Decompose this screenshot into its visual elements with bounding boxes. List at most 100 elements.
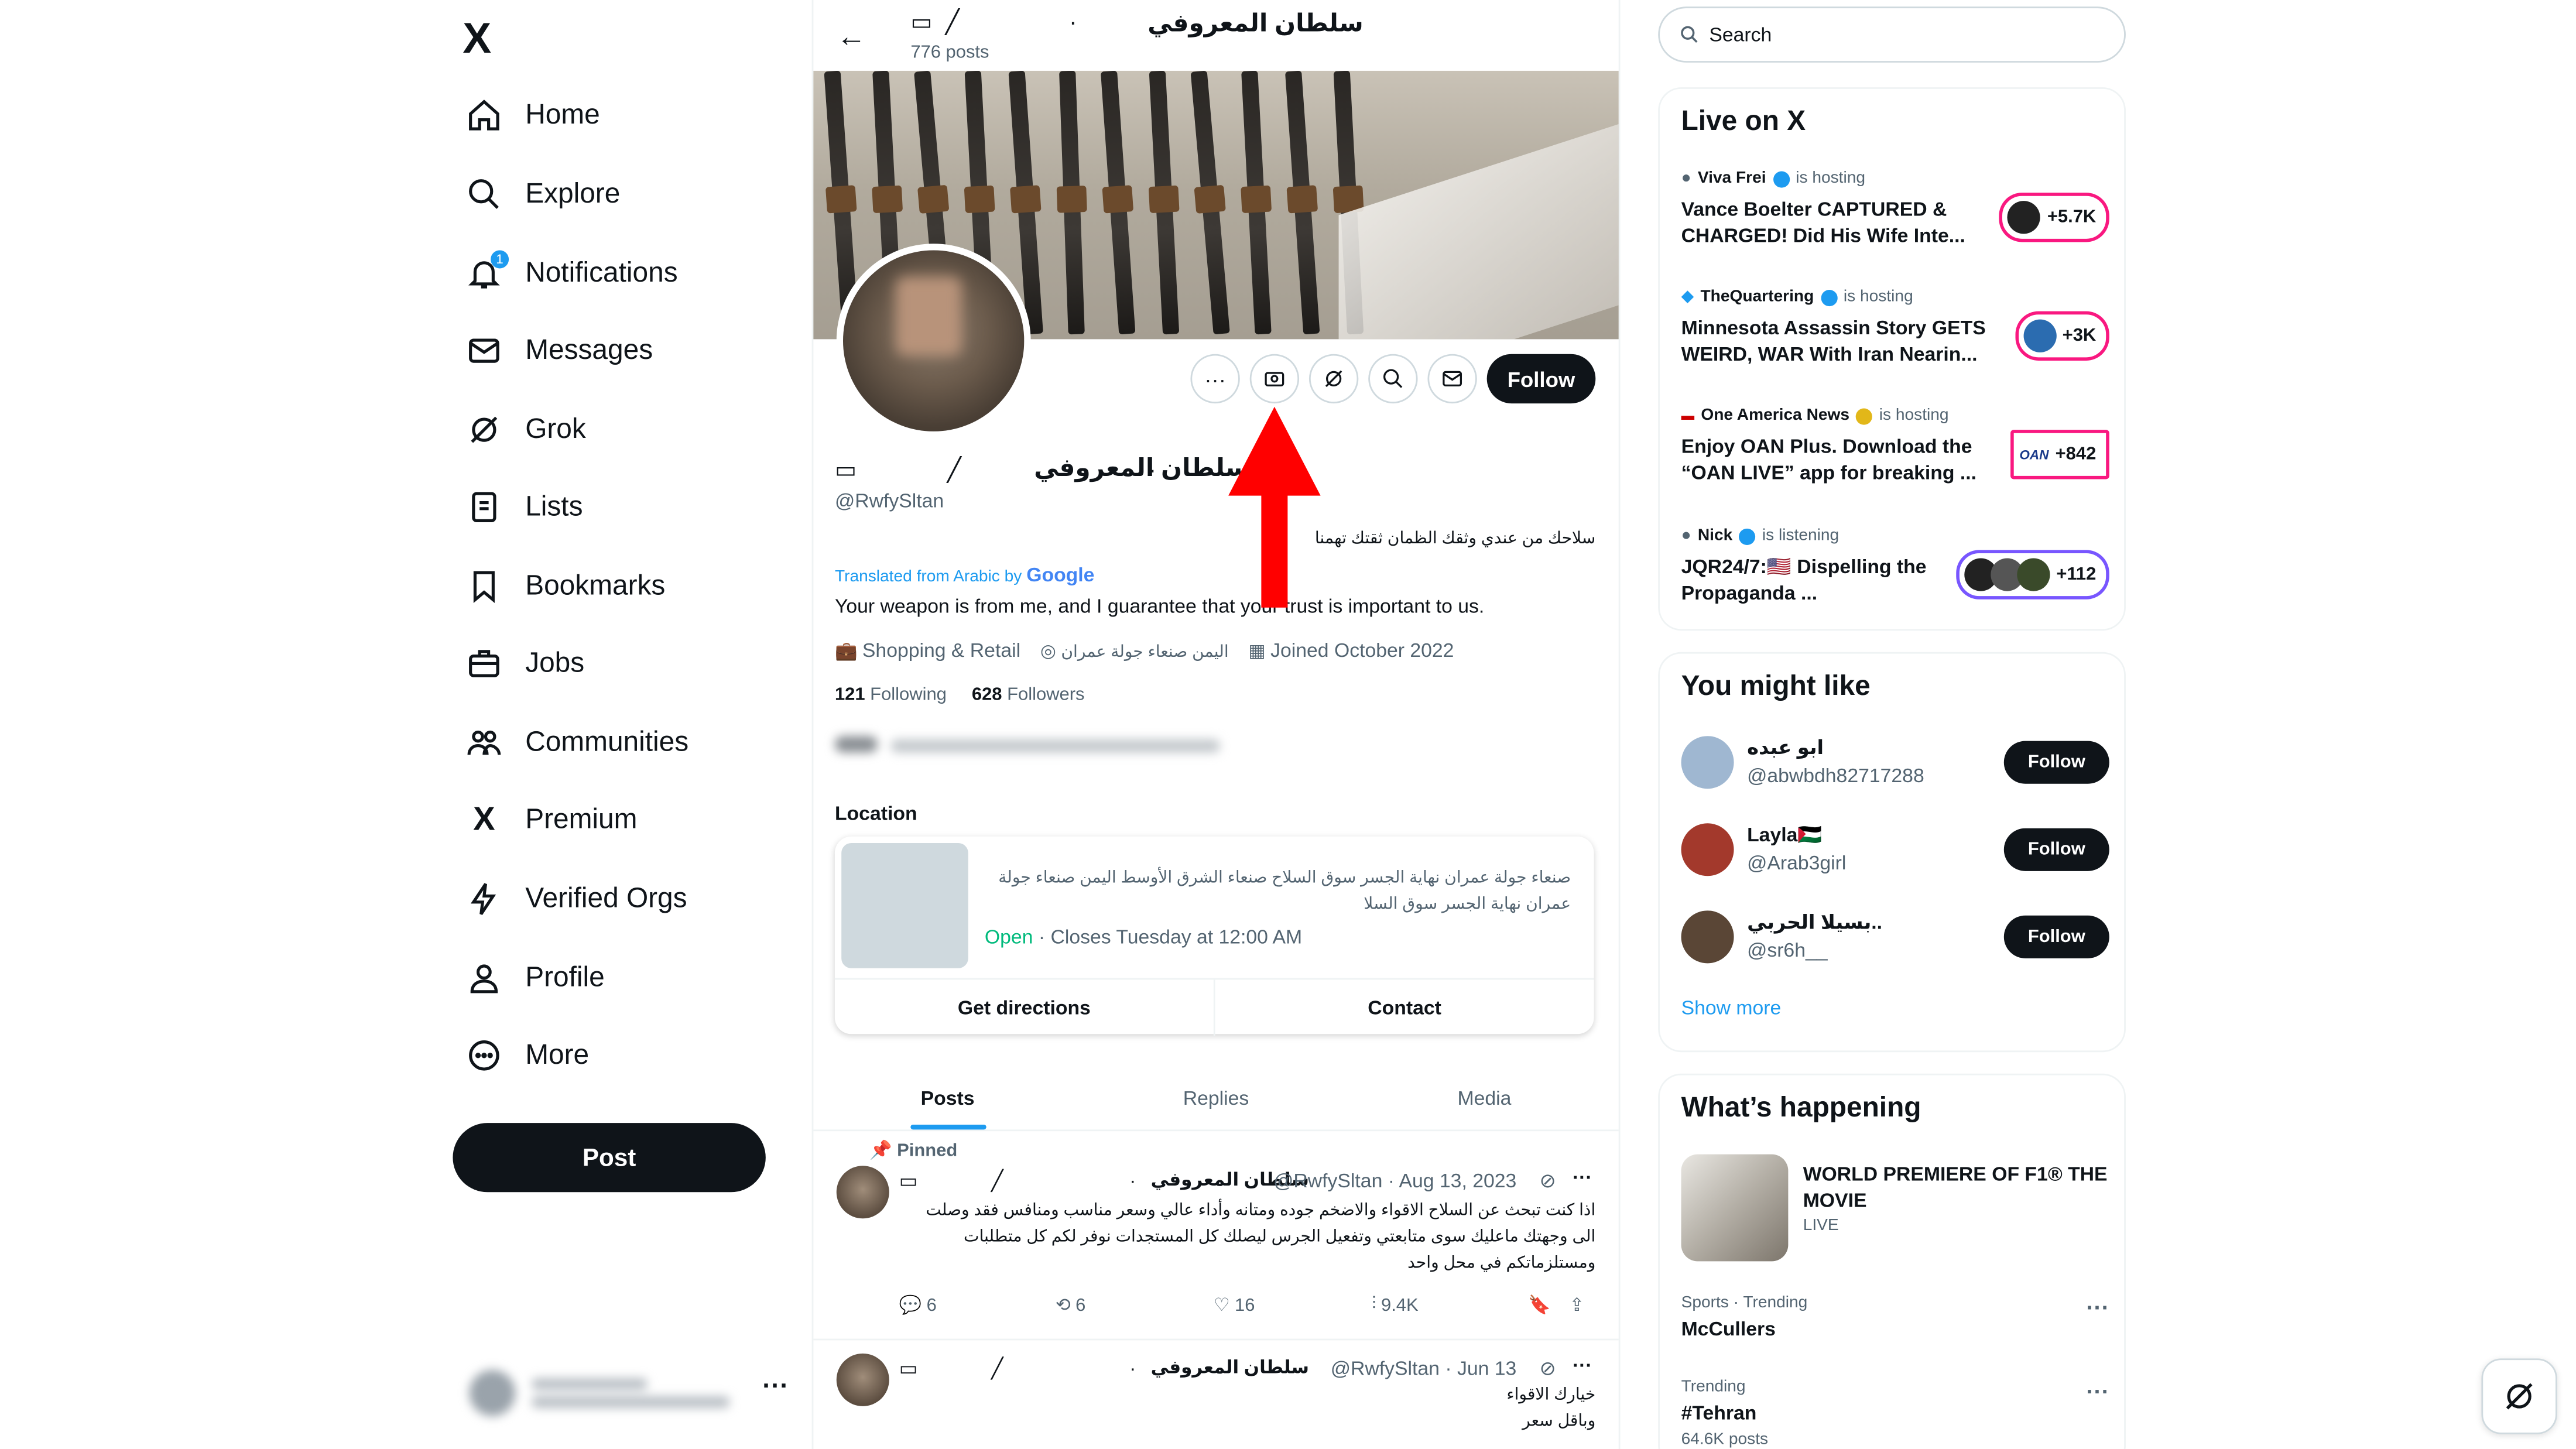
live-item[interactable]: ● Nick is listening JQR24/7:🇺🇸 Dispelling … xyxy=(1681,527,2109,616)
post-button[interactable]: Post xyxy=(453,1123,766,1193)
more-icon[interactable]: ··· xyxy=(1573,1354,1592,1376)
avatar[interactable] xyxy=(836,1166,889,1219)
live-item[interactable]: ▬ One America News is hosting Enjoy OAN Pl… xyxy=(1681,407,2109,496)
live-item[interactable]: ◆ TheQuartering is hosting Minnesota Assas… xyxy=(1681,288,2109,377)
follow-button[interactable]: Follow xyxy=(2003,915,2109,958)
more-icon[interactable]: ··· xyxy=(2086,1294,2109,1321)
avatar[interactable] xyxy=(1681,823,1734,876)
nav-label: Messages xyxy=(525,334,653,366)
reply-button[interactable]: 💬 6 xyxy=(899,1294,937,1316)
search-profile-button[interactable] xyxy=(1368,354,1418,404)
tweet-handle-date[interactable]: @RwfySltan · Jun 13 xyxy=(1331,1357,1517,1380)
translation-note[interactable]: Translated from Arabic by Google xyxy=(835,563,1095,586)
trend-item[interactable]: Trending #Tehran 64.6K posts ··· xyxy=(1681,1378,2109,1449)
user-name[interactable]: Layla🇵🇸 xyxy=(1747,823,1822,846)
views-button[interactable]: ⫶ 9.4K xyxy=(1372,1294,1419,1316)
nav-label: Bookmarks xyxy=(525,570,666,601)
nav-label: Profile xyxy=(525,961,605,993)
more-icon[interactable]: ··· xyxy=(1573,1166,1592,1188)
live-listener-count[interactable]: +112 xyxy=(1955,550,2109,600)
nav-verified-orgs[interactable]: Verified Orgs xyxy=(466,869,687,929)
grok-icon xyxy=(466,412,502,448)
nav-communities[interactable]: Communities xyxy=(466,713,688,772)
repost-button[interactable]: ⟲ 6 xyxy=(1056,1294,1086,1316)
grok-button[interactable] xyxy=(1308,354,1359,404)
live-listener-count[interactable]: +5.7K xyxy=(1999,193,2109,242)
nav-messages[interactable]: Messages xyxy=(466,321,653,380)
share-icon[interactable]: ⇪ xyxy=(1569,1294,1584,1316)
nav-explore[interactable]: Explore xyxy=(466,165,620,224)
live-listener-count[interactable]: +3K xyxy=(2015,311,2109,361)
more-button[interactable]: ··· xyxy=(1190,354,1240,404)
verified-badge xyxy=(1772,170,1789,187)
join-date: Joined October 2022 xyxy=(1270,639,1454,662)
map-thumbnail[interactable] xyxy=(841,843,968,968)
nav-home[interactable]: Home xyxy=(466,85,600,145)
contact-button[interactable]: Contact xyxy=(1213,979,1594,1036)
name-decoration: ▭ ╱ · xyxy=(910,8,1080,35)
mail-icon xyxy=(1443,371,1462,386)
search-input[interactable]: Search xyxy=(1658,6,2126,63)
nav-lists[interactable]: Lists xyxy=(466,478,583,537)
avatar xyxy=(469,1370,516,1416)
followed-by-blurred xyxy=(834,731,1246,753)
get-directions-button[interactable]: Get directions xyxy=(835,979,1214,1036)
tab-posts[interactable]: Posts xyxy=(813,1067,1081,1130)
tab-replies[interactable]: Replies xyxy=(1082,1067,1350,1130)
suggested-user[interactable]: Layla🇵🇸 @Arab3girl Follow xyxy=(1681,823,2109,882)
live-item[interactable]: ● Viva Frei is hosting Vance Boelter CAPTU… xyxy=(1681,170,2109,259)
tweet[interactable]: ▭ ╱ · سلطان المعروفي @RwfySltan · Aug 13… xyxy=(813,1166,1618,1338)
tweet[interactable]: ▭ ╱ · سلطان المعروفي @RwfySltan · Jun 13… xyxy=(813,1353,1618,1449)
grok-icon[interactable]: ⊘ xyxy=(1540,1357,1556,1380)
follow-button[interactable]: Follow xyxy=(2003,828,2109,871)
nav-more[interactable]: More xyxy=(466,1026,589,1085)
panel-title: Live on X xyxy=(1681,105,1806,137)
shop-button[interactable] xyxy=(1249,354,1300,404)
like-button[interactable]: ♡ 16 xyxy=(1214,1294,1255,1316)
nav-label: Premium xyxy=(525,803,638,835)
username: @RwfySltan xyxy=(834,489,944,512)
profile-avatar[interactable] xyxy=(836,244,1031,439)
nav-premium[interactable]: X Premium xyxy=(466,790,638,849)
followers-link[interactable]: 628 Followers xyxy=(972,685,1085,705)
trend-item[interactable]: Sports · Trending McCullers ··· xyxy=(1681,1294,2109,1341)
tweet-handle-date[interactable]: @RwfySltan · Aug 13, 2023 xyxy=(1273,1169,1516,1192)
trend-headline[interactable]: WORLD PREMIERE OF F1® THE MOVIE xyxy=(1803,1161,2108,1214)
trend-thumbnail[interactable] xyxy=(1681,1154,1789,1262)
follow-button[interactable]: Follow xyxy=(1486,354,1596,404)
avatar[interactable] xyxy=(1681,910,1734,964)
show-more-link[interactable]: Show more xyxy=(1681,996,1782,1019)
follow-button[interactable]: Follow xyxy=(2003,741,2109,784)
tweet-author[interactable]: سلطان المعروفي xyxy=(1151,1357,1309,1378)
reply-icon: 💬 xyxy=(899,1296,922,1316)
avatar[interactable] xyxy=(836,1353,889,1406)
nav-jobs[interactable]: Jobs xyxy=(466,634,584,693)
x-logo-icon[interactable]: X xyxy=(463,13,491,64)
bookmark-icon[interactable]: 🔖 xyxy=(1528,1294,1551,1316)
nav-profile[interactable]: Profile xyxy=(466,948,605,1008)
grok-floating-button[interactable] xyxy=(2481,1358,2557,1434)
nav-bookmarks[interactable]: Bookmarks xyxy=(466,557,665,616)
suggested-user[interactable]: ابو عبده @abwbdh82717288 Follow xyxy=(1681,736,2109,795)
user-name[interactable]: بسيلا الحربي.. xyxy=(1747,910,1882,933)
following-link[interactable]: 121 Following xyxy=(835,685,947,705)
nav-label: Lists xyxy=(525,491,583,522)
nav-label: Jobs xyxy=(525,647,585,679)
grok-icon xyxy=(2506,1383,2533,1410)
avatar[interactable] xyxy=(1681,736,1734,789)
nav-grok[interactable]: Grok xyxy=(466,400,586,459)
people-icon xyxy=(466,725,502,761)
suggested-user[interactable]: بسيلا الحربي.. @sr6h__ Follow xyxy=(1681,910,2109,970)
grok-icon[interactable]: ⊘ xyxy=(1540,1169,1556,1192)
trend-name: #Tehran xyxy=(1681,1401,1757,1424)
user-name[interactable]: ابو عبده xyxy=(1747,736,1824,759)
message-button[interactable] xyxy=(1427,354,1477,404)
tab-media[interactable]: Media xyxy=(1350,1067,1618,1130)
live-listener-count[interactable]: OAN +842 xyxy=(2011,430,2109,479)
header-display-name: سلطان المعروفي xyxy=(1147,9,1364,38)
more-icon[interactable]: ··· xyxy=(2086,1378,2109,1405)
nav-notifications[interactable]: 1 Notifications xyxy=(466,244,678,303)
back-arrow-icon[interactable]: ← xyxy=(837,20,866,54)
avatar xyxy=(2016,558,2050,591)
account-switcher[interactable]: ··· xyxy=(469,1364,789,1423)
